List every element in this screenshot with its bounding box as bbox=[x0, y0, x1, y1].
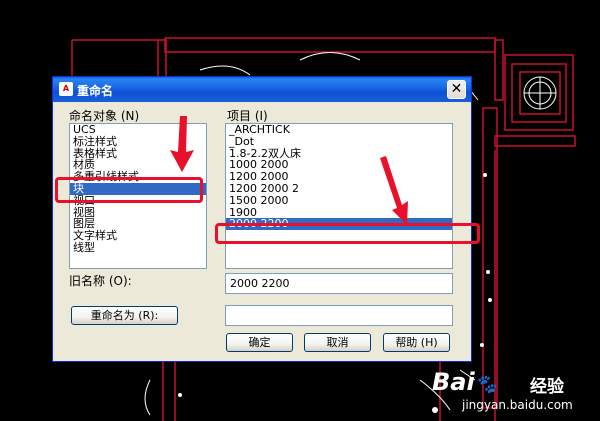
rename-to-field[interactable] bbox=[225, 305, 453, 326]
autocad-app-icon: A bbox=[59, 82, 73, 96]
baidu-brand-text: Bai bbox=[432, 368, 475, 396]
item-list-item[interactable]: 1200 2000 2 bbox=[226, 183, 452, 195]
items-list[interactable]: _ARCHTICK _Dot 1.8-2.2双人床 1000 2000 1200 200… bbox=[225, 123, 453, 269]
baidu-jingyan-text: 经验 bbox=[530, 377, 564, 397]
annotation-highlight-block bbox=[55, 177, 203, 203]
cancel-button[interactable]: 取消 bbox=[304, 333, 371, 352]
old-name-label: 旧名称 (O): bbox=[69, 274, 132, 288]
baidu-logo: Bai🐾 bbox=[432, 368, 497, 396]
item-list-item[interactable]: _ARCHTICK bbox=[226, 124, 452, 136]
old-name-field: 2000 2200 bbox=[225, 273, 453, 294]
named-object-list-item[interactable]: 线型 bbox=[70, 242, 206, 254]
ok-button[interactable]: 确定 bbox=[226, 333, 293, 352]
baidu-paw-icon: 🐾 bbox=[474, 374, 498, 395]
named-object-list-item[interactable]: 标注样式 bbox=[70, 135, 206, 148]
named-objects-label: 命名对象 (N) bbox=[69, 109, 140, 123]
close-button[interactable]: ✕ bbox=[447, 80, 466, 99]
baidu-url-text: jingyan.baidu.com bbox=[462, 398, 573, 412]
rename-to-button[interactable]: 重命名为 (R): bbox=[71, 306, 178, 325]
item-list-item[interactable]: 1500 2000 bbox=[226, 194, 452, 207]
dialog-title: 重命名 bbox=[77, 84, 114, 98]
items-label: 项目 (I) bbox=[227, 109, 268, 123]
item-list-item[interactable]: _Dot bbox=[226, 135, 452, 148]
dialog-titlebar[interactable]: A 重命名 ✕ bbox=[53, 77, 471, 102]
annotation-highlight-item bbox=[215, 223, 480, 244]
help-button[interactable]: 帮助 (H) bbox=[383, 333, 450, 352]
rename-dialog: A 重命名 ✕ 命名对象 (N) UCS 标注样式 表格样式 材质 多重引线样式块视口视… bbox=[52, 76, 472, 362]
